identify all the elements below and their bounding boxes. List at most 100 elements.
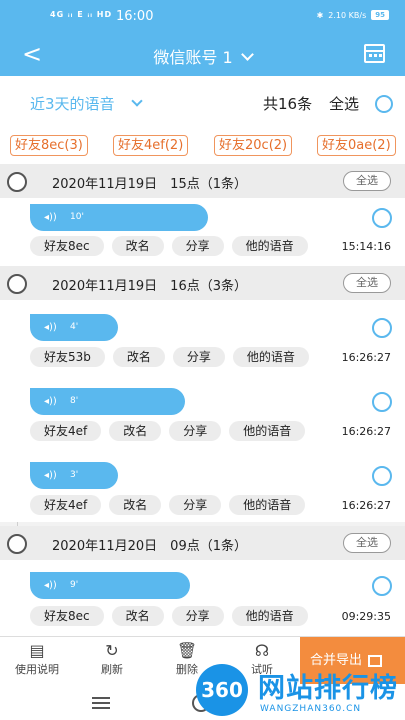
watermark-logo: 360 xyxy=(196,664,248,716)
share-button[interactable]: 分享 xyxy=(172,347,225,367)
rename-button[interactable]: 改名 xyxy=(111,236,164,256)
voice-duration: 10' xyxy=(70,212,84,222)
date-range-dropdown[interactable]: 近3天的语音 xyxy=(30,93,143,114)
item-select-radio[interactable] xyxy=(372,576,392,596)
voice-wave-icon: ◂)) xyxy=(44,396,57,407)
friend-tag[interactable]: 好友0ae(2) xyxy=(317,135,396,156)
voice-item: ◂)) 3' 好友4ef 改名 分享 他的语音 16:26:27 xyxy=(0,448,405,522)
voice-bubble[interactable]: ◂)) 3' xyxy=(30,462,118,489)
voice-timestamp: 16:26:27 xyxy=(341,499,391,512)
group-date: 2020年11月20日 09点（1条） xyxy=(52,539,247,554)
item-select-radio[interactable] xyxy=(372,466,392,486)
friend-tag[interactable]: 好友4ef(2) xyxy=(113,135,189,156)
group-select-all-button[interactable]: 全选 xyxy=(343,171,391,191)
rename-button[interactable]: 改名 xyxy=(109,495,162,515)
group-select-circle[interactable] xyxy=(7,534,27,554)
group-select-all-button[interactable]: 全选 xyxy=(343,273,391,293)
refresh-icon: ↻ xyxy=(105,641,119,660)
voice-item: ◂)) 8' 好友4ef 改名 分享 他的语音 16:26:27 xyxy=(0,374,405,448)
their-voice-button[interactable]: 他的语音 xyxy=(231,606,308,626)
select-all-label[interactable]: 全选 xyxy=(329,93,359,114)
status-right: ✱ 2.10 KB/s 95 xyxy=(317,10,389,20)
rename-button[interactable]: 改名 xyxy=(109,421,162,441)
account-title: 微信账号 1 xyxy=(153,48,233,67)
voice-wave-icon: ◂)) xyxy=(44,322,57,333)
battery-icon: 95 xyxy=(371,10,389,20)
item-actions: 好友4ef 改名 分享 他的语音 xyxy=(30,421,306,441)
status-bar: 4G ᵢₗ E ᵢₗ HD 16:00 ✱ 2.10 KB/s 95 xyxy=(0,0,405,34)
net-speed: 2.10 KB/s xyxy=(328,10,367,20)
account-selector[interactable]: 微信账号 1 xyxy=(0,44,405,68)
voice-duration: 3' xyxy=(70,470,79,480)
rename-button[interactable]: 改名 xyxy=(111,606,164,626)
group-header: 2020年11月19日 16点（3条） 全选 xyxy=(0,266,405,300)
item-actions: 好友53b 改名 分享 他的语音 xyxy=(30,347,309,367)
item-select-radio[interactable] xyxy=(372,318,392,338)
bluetooth-icon: ✱ xyxy=(316,10,324,20)
chevron-down-icon xyxy=(130,95,143,107)
chevron-down-icon xyxy=(240,48,254,61)
voice-duration: 8' xyxy=(70,396,79,406)
date-range-label: 近3天的语音 xyxy=(30,95,115,113)
friend-tag-row: 好友8ec(3) 好友4ef(2) 好友20c(2) 好友0ae(2) xyxy=(0,128,405,164)
menu-icon[interactable] xyxy=(92,697,110,709)
item-actions: 好友8ec 改名 分享 他的语音 xyxy=(30,236,308,256)
share-button[interactable]: 分享 xyxy=(171,236,224,256)
voice-wave-icon: ◂)) xyxy=(44,580,57,591)
help-button[interactable]: ▤ 使用说明 xyxy=(7,641,67,677)
signal-indicator: 4G ᵢₗ E ᵢₗ HD xyxy=(50,10,113,19)
item-select-radio[interactable] xyxy=(372,392,392,412)
their-voice-button[interactable]: 他的语音 xyxy=(229,495,306,515)
refresh-label: 刷新 xyxy=(101,663,123,676)
share-button[interactable]: 分享 xyxy=(171,606,224,626)
share-button[interactable]: 分享 xyxy=(169,495,222,515)
voice-bubble[interactable]: ◂)) 9' xyxy=(30,572,190,599)
voice-wave-icon: ◂)) xyxy=(44,212,57,223)
watermark-name: 网站排行榜 xyxy=(258,673,398,704)
their-voice-button[interactable]: 他的语音 xyxy=(231,236,308,256)
status-time: 16:00 xyxy=(116,9,154,24)
select-all-radio[interactable] xyxy=(375,95,393,113)
sender-label[interactable]: 好友4ef xyxy=(30,421,102,441)
item-select-radio[interactable] xyxy=(372,208,392,228)
voice-bubble[interactable]: ◂)) 8' xyxy=(30,388,185,415)
group-select-all-button[interactable]: 全选 xyxy=(343,533,391,553)
headphones-icon: ☊ xyxy=(254,641,270,660)
rename-button[interactable]: 改名 xyxy=(112,347,165,367)
group-date: 2020年11月19日 16点（3条） xyxy=(52,279,247,294)
voice-item: ◂)) 4' 好友53b 改名 分享 他的语音 16:26:27 xyxy=(0,300,405,374)
calendar-icon[interactable] xyxy=(364,44,385,63)
voice-wave-icon: ◂)) xyxy=(44,470,57,481)
watermark: 360 网站排行榜 WANGZHAN360.CN xyxy=(196,660,405,720)
friend-tag[interactable]: 好友20c(2) xyxy=(214,135,293,156)
friend-tag[interactable]: 好友8ec(3) xyxy=(10,135,88,156)
voice-duration: 9' xyxy=(70,580,79,590)
top-nav-bar: < 微信账号 1 xyxy=(0,34,405,76)
voice-list: 2020年11月19日 15点（1条） 全选 ◂)) 10' 好友8ec 改名 … xyxy=(0,164,405,636)
sender-label[interactable]: 好友8ec xyxy=(30,236,104,256)
item-actions: 好友8ec 改名 分享 他的语音 xyxy=(30,606,308,626)
filter-bar: 近3天的语音 共16条 全选 xyxy=(0,76,405,128)
voice-item: ◂)) 9' 好友8ec 改名 分享 他的语音 09:29:35 xyxy=(0,560,405,636)
group-select-circle[interactable] xyxy=(7,274,27,294)
voice-duration: 4' xyxy=(70,322,79,332)
group-select-circle[interactable] xyxy=(7,172,27,192)
group-header: 2020年11月20日 09点（1条） 全选 xyxy=(0,526,405,560)
voice-timestamp: 16:26:27 xyxy=(341,351,391,364)
watermark-url: WANGZHAN360.CN xyxy=(260,704,362,714)
item-actions: 好友4ef 改名 分享 他的语音 xyxy=(30,495,306,515)
delete-label: 删除 xyxy=(176,663,198,676)
sender-label[interactable]: 好友53b xyxy=(30,347,105,367)
voice-item: ◂)) 10' 好友8ec 改名 分享 他的语音 15:14:16 xyxy=(0,198,405,266)
share-button[interactable]: 分享 xyxy=(169,421,222,441)
their-voice-button[interactable]: 他的语音 xyxy=(232,347,309,367)
group-header: 2020年11月19日 15点（1条） 全选 xyxy=(0,164,405,198)
their-voice-button[interactable]: 他的语音 xyxy=(229,421,306,441)
refresh-button[interactable]: ↻ 刷新 xyxy=(82,641,142,677)
sender-label[interactable]: 好友4ef xyxy=(30,495,102,515)
voice-bubble[interactable]: ◂)) 4' xyxy=(30,314,118,341)
voice-timestamp: 16:26:27 xyxy=(341,425,391,438)
voice-bubble[interactable]: ◂)) 10' xyxy=(30,204,208,231)
trash-icon: 🗑 xyxy=(176,641,198,660)
sender-label[interactable]: 好友8ec xyxy=(30,606,104,626)
